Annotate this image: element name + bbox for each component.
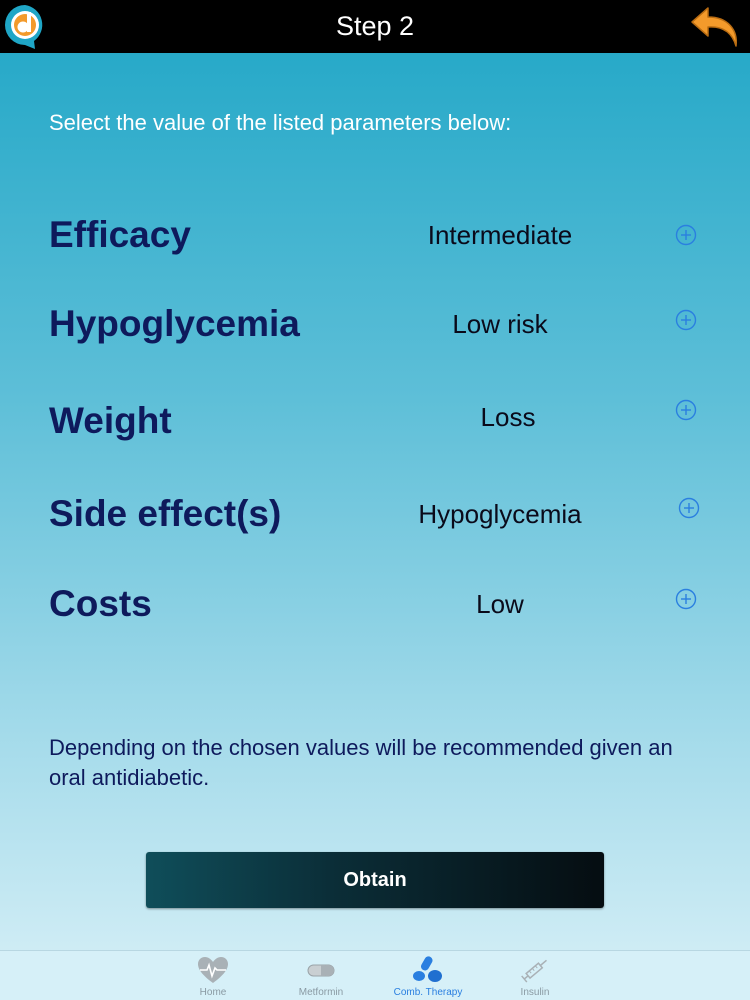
page-title: Step 2 bbox=[335, 11, 415, 41]
parameter-value[interactable]: Low bbox=[380, 574, 620, 634]
obtain-button[interactable]: Obtain bbox=[146, 852, 604, 908]
parameter-name: Efficacy bbox=[49, 214, 191, 255]
parameter-row-weight: Weight Loss bbox=[0, 387, 750, 447]
combination-pills-icon bbox=[413, 956, 442, 982]
parameter-row-hypoglycemia: Hypoglycemia Low risk bbox=[0, 294, 750, 354]
tab-label: Home bbox=[199, 987, 227, 998]
parameter-value[interactable]: Low risk bbox=[380, 294, 620, 354]
tab-label: Metformin bbox=[298, 987, 344, 998]
parameter-row-side-effects: Side effect(s) Hypoglycemia bbox=[0, 484, 750, 544]
parameter-name: Side effect(s) bbox=[49, 493, 282, 534]
tab-bar: Home Metformin Comb. Therapy Insulin bbox=[0, 950, 750, 1000]
add-circle-icon[interactable] bbox=[675, 309, 697, 331]
tab-combination-therapy[interactable]: Comb. Therapy bbox=[373, 951, 483, 1000]
parameter-value[interactable]: Hypoglycemia bbox=[380, 484, 620, 544]
add-circle-icon[interactable] bbox=[675, 588, 697, 610]
add-circle-icon[interactable] bbox=[678, 497, 700, 519]
back-arrow-icon[interactable] bbox=[688, 2, 744, 52]
parameter-name: Costs bbox=[49, 583, 152, 624]
top-bar: Step 2 bbox=[0, 0, 750, 53]
parameter-row-costs: Costs Low bbox=[0, 574, 750, 634]
tab-label: Comb. Therapy bbox=[393, 987, 463, 998]
instructions-text: Select the value of the listed parameter… bbox=[49, 110, 512, 135]
parameter-row-efficacy: Efficacy Intermediate bbox=[0, 205, 750, 265]
parameter-name: Hypoglycemia bbox=[49, 303, 300, 344]
screen: Step 2 Select the value of the listed pa… bbox=[0, 0, 750, 1000]
add-circle-icon[interactable] bbox=[675, 399, 697, 421]
tab-insulin[interactable]: Insulin bbox=[480, 951, 590, 1000]
pill-icon bbox=[307, 964, 335, 977]
tab-label: Insulin bbox=[520, 987, 550, 998]
syringe-icon bbox=[521, 959, 547, 983]
recommendation-note: Depending on the chosen values will be r… bbox=[49, 735, 673, 790]
parameter-value[interactable]: Intermediate bbox=[380, 205, 620, 265]
tab-home[interactable]: Home bbox=[158, 951, 268, 1000]
tab-metformin[interactable]: Metformin bbox=[266, 951, 376, 1000]
add-circle-icon[interactable] bbox=[675, 224, 697, 246]
parameter-name: Weight bbox=[49, 400, 172, 441]
parameter-value[interactable]: Loss bbox=[388, 387, 628, 447]
heart-icon bbox=[198, 957, 228, 983]
